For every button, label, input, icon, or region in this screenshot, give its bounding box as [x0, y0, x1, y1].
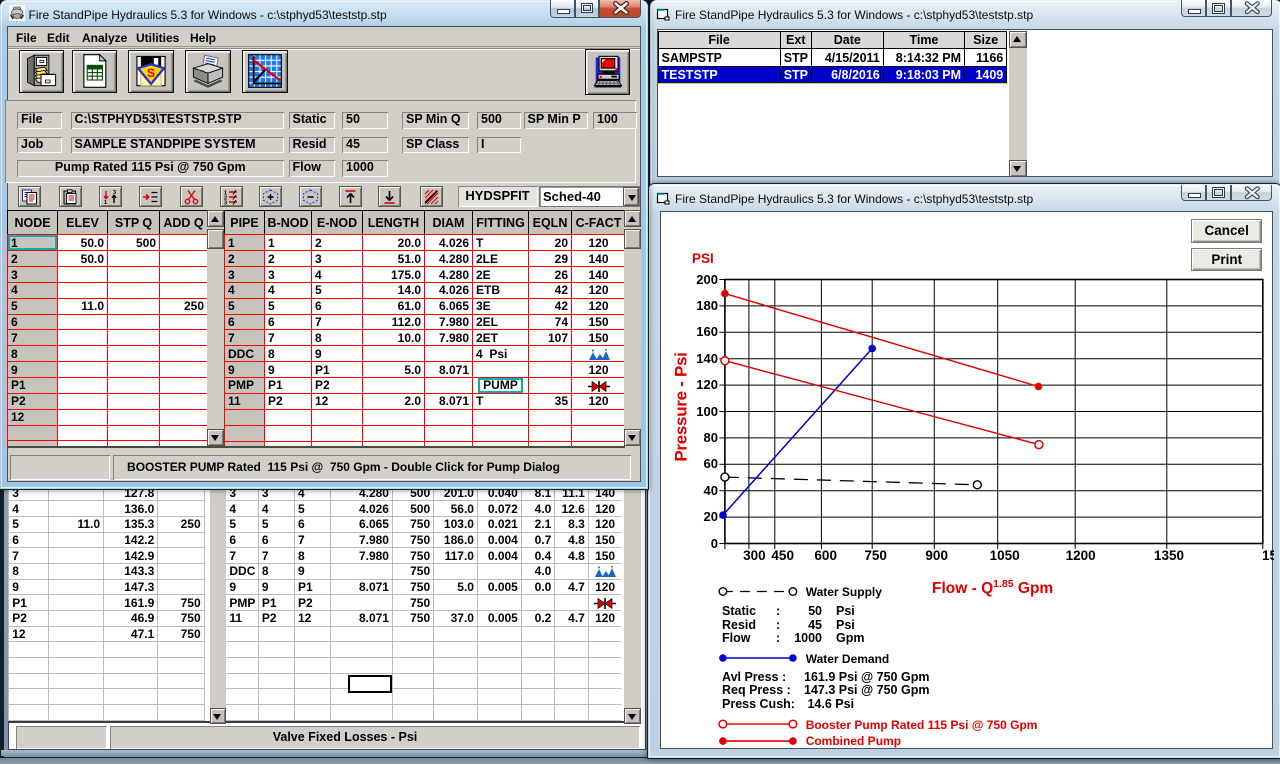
- svg-text:S: S: [147, 66, 155, 80]
- svg-text:1: 1: [104, 200, 107, 205]
- svg-text:3: 3: [224, 200, 227, 205]
- svg-text:3: 3: [113, 190, 116, 196]
